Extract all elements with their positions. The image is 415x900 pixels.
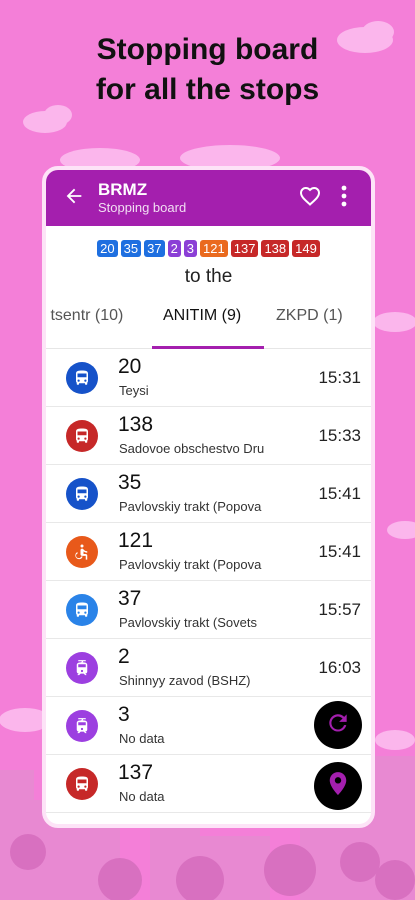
route-number: 3 — [118, 703, 130, 726]
arrival-time: 15:41 — [318, 542, 361, 561]
arrival-row[interactable]: 2 Shinnyy zavod (BSHZ) 16:03 — [46, 639, 371, 697]
arrow-back-icon — [63, 185, 85, 212]
tram-icon — [66, 710, 98, 742]
route-destination: Pavlovskiy trakt (Popova — [119, 557, 262, 572]
route-number: 20 — [118, 355, 142, 378]
arrival-row[interactable]: 20 Teysi 15:31 — [46, 349, 371, 407]
screen-subtitle: Stopping board — [98, 200, 187, 215]
refresh-icon — [325, 710, 351, 741]
arrival-row[interactable]: 37 Pavlovskiy trakt (Sovets 15:57 — [46, 581, 371, 639]
route-number: 121 — [118, 529, 154, 552]
tram-icon — [66, 652, 98, 684]
route-chips: 20 35 37 2 3 121 137 138 149 — [46, 240, 371, 257]
bus-icon — [66, 594, 98, 626]
bus-icon — [66, 478, 98, 510]
route-number: 137 — [118, 761, 154, 784]
more-vert-icon — [341, 185, 347, 212]
overflow-menu-button[interactable] — [327, 178, 361, 218]
route-chip: 3 — [183, 240, 198, 257]
bus-icon — [66, 420, 98, 452]
route-destination: No data — [119, 731, 165, 746]
tab-direction-3[interactable]: ZKPD (1) — [276, 307, 343, 325]
location-button[interactable] — [314, 762, 362, 810]
route-chip: 137 — [230, 240, 259, 257]
arrival-time: 15:33 — [318, 426, 361, 445]
route-destination: Pavlovskiy trakt (Popova — [119, 499, 262, 514]
route-chip: 121 — [200, 240, 228, 257]
route-chip: 2 — [167, 240, 181, 257]
direction-tabs: y tsentr (10) ANITIM (9) ZKPD (1) — [46, 291, 371, 349]
promo-headline: Stopping board for all the stops — [0, 30, 415, 110]
arrival-time: 15:31 — [318, 368, 361, 387]
tab-direction-1[interactable]: y tsentr (10) — [46, 307, 123, 325]
wheelchair-icon — [66, 536, 98, 568]
stop-name: BRMZ — [98, 180, 148, 199]
route-number: 35 — [118, 471, 142, 494]
arrival-row[interactable]: 121 Pavlovskiy trakt (Popova 15:41 — [46, 523, 371, 581]
back-button[interactable] — [54, 178, 94, 218]
route-chip: 138 — [261, 240, 290, 257]
phone-screen: BRMZ Stopping board 20 35 37 2 3 121 137 138 149… — [42, 166, 375, 828]
tab-direction-2[interactable]: ANITIM (9) — [163, 307, 241, 325]
route-chip: 37 — [144, 240, 165, 257]
route-number: 37 — [118, 587, 142, 610]
arrival-time: 16:03 — [318, 658, 361, 677]
route-destination: Shinnyy zavod (BSHZ) — [119, 673, 251, 688]
route-destination: Pavlovskiy trakt (Sovets — [119, 615, 257, 630]
app-bar: BRMZ Stopping board — [46, 170, 371, 226]
route-chip: 35 — [120, 240, 142, 257]
app-bar-titles: BRMZ Stopping board — [98, 180, 293, 216]
route-number: 138 — [118, 413, 154, 436]
route-number: 2 — [118, 645, 130, 668]
headline-line-1: Stopping board — [96, 33, 319, 66]
route-destination: Sadovoe obschestvo Dru — [119, 441, 265, 456]
favorite-button[interactable] — [293, 178, 327, 218]
route-chip: 20 — [97, 240, 118, 257]
headline-line-2: for all the stops — [95, 73, 320, 106]
heart-outline-icon — [298, 184, 322, 213]
arrival-row[interactable]: 35 Pavlovskiy trakt (Popova 15:41 — [46, 465, 371, 523]
bus-icon — [66, 362, 98, 394]
refresh-button[interactable] — [314, 701, 362, 749]
arrival-time: 15:41 — [318, 484, 361, 503]
arrival-time: 15:57 — [318, 600, 361, 619]
route-destination: Teysi — [119, 383, 149, 398]
arrival-row[interactable]: 138 Sadovoe obschestvo Dru 15:33 — [46, 407, 371, 465]
route-destination: No data — [119, 789, 165, 804]
location-pin-icon — [327, 771, 349, 802]
bus-icon — [66, 768, 98, 800]
route-chip: 149 — [292, 240, 320, 257]
destination-label: to the — [184, 266, 233, 287]
